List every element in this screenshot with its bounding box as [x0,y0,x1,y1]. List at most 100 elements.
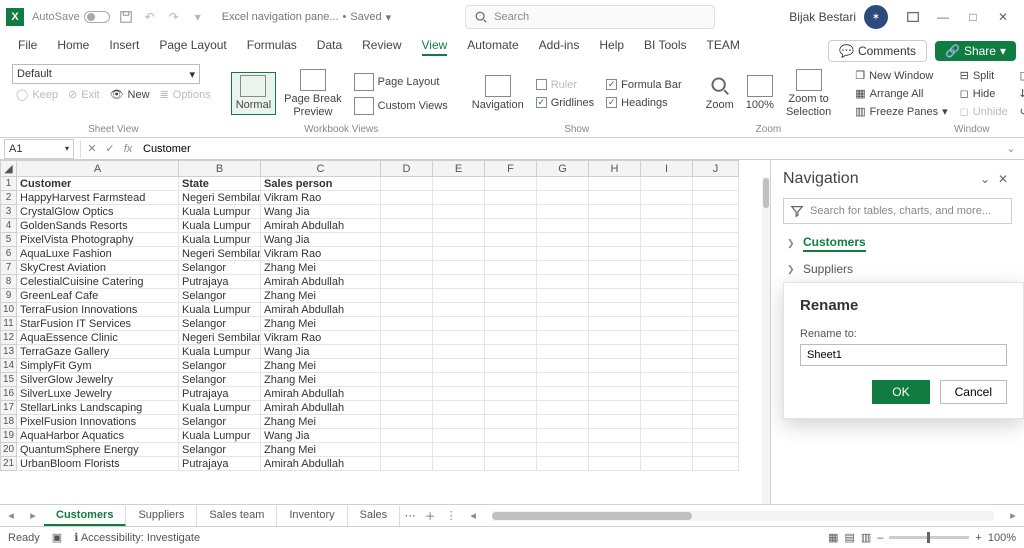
tab-bi-tools[interactable]: BI Tools [634,34,696,62]
cell[interactable] [381,387,433,401]
cell[interactable] [693,429,739,443]
tab-add-icon[interactable]: ＋ [420,508,440,524]
cell[interactable] [381,443,433,457]
cell[interactable]: State [179,177,261,191]
cell[interactable] [485,415,537,429]
row-header[interactable]: 18 [1,415,17,429]
cell[interactable] [433,373,485,387]
cell[interactable] [485,205,537,219]
cell[interactable] [589,275,641,289]
cell[interactable]: Amirah Abdullah [261,303,381,317]
row-header[interactable]: 13 [1,345,17,359]
cell[interactable] [537,303,589,317]
cell[interactable] [693,275,739,289]
cell[interactable]: Zhang Mei [261,289,381,303]
sheet-tab-customers[interactable]: Customers [44,506,126,526]
cell[interactable]: Vikram Rao [261,331,381,345]
exit-button[interactable]: ⊘ Exit [64,86,104,103]
cell[interactable] [537,177,589,191]
cell[interactable] [693,191,739,205]
zoom-100-button[interactable]: 100% [742,73,778,113]
cell[interactable] [485,289,537,303]
cell[interactable] [641,303,693,317]
page-layout-button[interactable]: Page Layout [350,71,452,93]
autosave-toggle[interactable]: AutoSave [32,11,110,23]
ribbon-display-icon[interactable] [898,2,928,32]
view-pagebreak-icon[interactable]: ▥ [861,531,871,544]
options-button[interactable]: ≣ Options [156,86,215,103]
ok-button[interactable]: OK [872,380,929,404]
cell[interactable]: PixelVista Photography [17,233,179,247]
cell[interactable]: StarFusion IT Services [17,317,179,331]
cell[interactable]: Zhang Mei [261,373,381,387]
zoom-out-icon[interactable]: – [877,532,883,544]
cell[interactable]: TerraGaze Gallery [17,345,179,359]
cell[interactable] [381,191,433,205]
cell[interactable] [381,219,433,233]
sheet-tab-sales-team[interactable]: Sales team [197,506,277,526]
navigation-search[interactable]: Search for tables, charts, and more... [783,198,1012,224]
save-icon[interactable] [118,9,134,25]
cell[interactable]: Putrajaya [179,275,261,289]
cell[interactable] [537,205,589,219]
cell[interactable]: GoldenSands Resorts [17,219,179,233]
cell[interactable] [433,177,485,191]
cell[interactable]: Kuala Lumpur [179,205,261,219]
fx-icon[interactable]: fx [119,143,137,155]
cell[interactable]: SilverLuxe Jewelry [17,387,179,401]
cell[interactable]: Selangor [179,373,261,387]
name-box[interactable]: A1▾ [4,139,74,159]
cell[interactable] [381,457,433,471]
cell[interactable] [589,373,641,387]
cell[interactable] [485,373,537,387]
search-box[interactable]: Search [465,5,715,29]
cell[interactable] [693,303,739,317]
macro-record-icon[interactable]: ▣ [52,531,62,544]
cell[interactable] [537,317,589,331]
cell[interactable]: Selangor [179,261,261,275]
cell[interactable] [381,345,433,359]
formula-input[interactable] [137,142,1002,156]
cell[interactable]: Selangor [179,317,261,331]
gridlines-checkbox[interactable]: ✓ Gridlines [532,95,598,111]
cell[interactable] [381,247,433,261]
cell[interactable] [485,247,537,261]
col-header[interactable]: E [433,161,485,177]
cell[interactable]: Wang Jia [261,233,381,247]
cell[interactable] [485,443,537,457]
qat-dropdown-icon[interactable]: ▾ [190,9,206,25]
tab-formulas[interactable]: Formulas [237,34,307,62]
cell[interactable]: Negeri Sembilan [179,191,261,205]
normal-view-button[interactable]: Normal [231,72,276,114]
maximize-icon[interactable]: □ [958,2,988,32]
cell[interactable] [693,415,739,429]
select-all[interactable]: ◢ [1,161,17,177]
navigation-button[interactable]: Navigation [468,73,528,113]
tab-page-layout[interactable]: Page Layout [149,34,236,62]
cell[interactable] [589,401,641,415]
cell[interactable] [433,331,485,345]
cell[interactable] [433,443,485,457]
vertical-scrollbar[interactable] [762,177,770,504]
cell[interactable] [641,359,693,373]
cell[interactable] [433,457,485,471]
cell[interactable] [433,303,485,317]
cell[interactable] [589,247,641,261]
cell[interactable]: Zhang Mei [261,443,381,457]
zoom-slider[interactable] [889,536,969,539]
cell[interactable] [537,331,589,345]
row-header[interactable]: 19 [1,429,17,443]
expand-formula-icon[interactable]: ⌄ [1002,142,1020,155]
row-header[interactable]: 2 [1,191,17,205]
nav-item-customers[interactable]: ❯Customers [783,230,1012,257]
cell[interactable] [693,261,739,275]
cell[interactable] [381,331,433,345]
sync-scroll-icon[interactable]: ⇵ [1016,85,1024,102]
row-header[interactable]: 8 [1,275,17,289]
cell[interactable] [589,317,641,331]
cell[interactable]: Negeri Sembilan [179,331,261,345]
new-window-button[interactable]: ❐ New Window [851,67,951,84]
cell[interactable] [641,247,693,261]
cell[interactable]: Zhang Mei [261,261,381,275]
hscroll-left-icon[interactable]: ◂ [462,509,484,522]
